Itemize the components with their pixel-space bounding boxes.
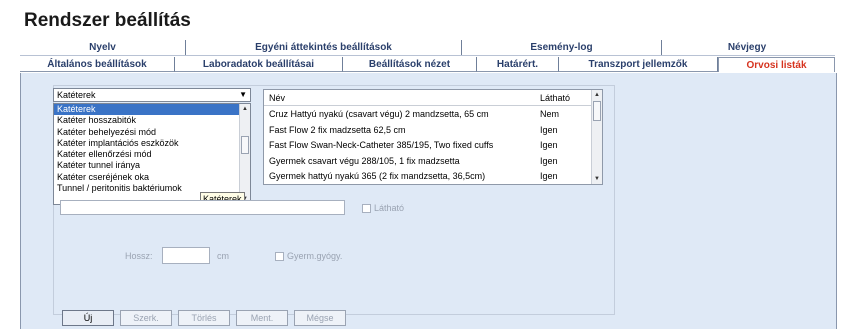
dropdown-option[interactable]: Katéter hosszabitók: [54, 115, 250, 126]
cell-name: Fast Flow 2 fix madzsetta 62,5 cm: [269, 124, 406, 135]
column-header-name[interactable]: Név: [269, 93, 285, 103]
tab-language[interactable]: Nyelv: [20, 40, 186, 55]
dropdown-option[interactable]: Katéter cseréjének oka: [54, 172, 250, 183]
category-select-value: Katéterek: [57, 90, 96, 100]
save-button[interactable]: Ment.: [236, 310, 288, 326]
category-select[interactable]: Katéterek ▼: [53, 88, 251, 102]
cell-visible: Igen: [540, 124, 558, 135]
pediatric-label: Gyerm.gyógy.: [287, 251, 343, 261]
cell-visible: Igen: [540, 171, 558, 181]
table-header: Név Látható: [264, 90, 602, 106]
dropdown-option[interactable]: Katéter ellenőrzési mód: [54, 149, 250, 160]
tab-medical-lists[interactable]: Orvosi listák: [718, 57, 835, 72]
cell-name: Cruz Hattyú nyakú (csavart végu) 2 mandz…: [269, 109, 489, 119]
cell-visible: Igen: [540, 140, 558, 150]
table-scrollbar[interactable]: ▲ ▼: [591, 90, 602, 184]
chevron-down-icon[interactable]: ▼: [239, 89, 247, 101]
length-label: Hossz:: [125, 251, 153, 261]
scroll-up-icon[interactable]: ▲: [240, 104, 250, 114]
tab-event-log[interactable]: Esemény-log: [462, 40, 662, 55]
scroll-up-icon[interactable]: ▲: [592, 90, 602, 100]
delete-button[interactable]: Törlés: [178, 310, 230, 326]
column-header-visible[interactable]: Látható: [540, 93, 570, 103]
visible-label: Látható: [374, 203, 405, 213]
tab-transport-properties[interactable]: Transzport jellemzők: [559, 57, 718, 72]
tab-view-settings[interactable]: Beállítások nézet: [343, 57, 477, 72]
tab-row-bottom: Általános beállítások Laboradatok beállí…: [20, 57, 835, 72]
edit-button[interactable]: Szerk.: [120, 310, 172, 326]
tab-limits[interactable]: Határért.: [477, 57, 559, 72]
length-unit-label: cm: [217, 251, 229, 261]
cell-visible: Igen: [540, 155, 558, 166]
tab-about[interactable]: Névjegy: [662, 40, 832, 55]
new-button[interactable]: Új: [62, 310, 114, 326]
cell-name: Gyermek hattyú nyakú 365 (2 fix mandzset…: [269, 171, 486, 181]
page-title: Rendszer beállítás: [24, 10, 191, 31]
category-dropdown-list[interactable]: Katéterek Katéter hosszabitók Katéter be…: [53, 103, 251, 205]
tab-custom-overview[interactable]: Egyéni áttekintés beállítások: [186, 40, 462, 55]
items-table[interactable]: Név Látható Cruz Hattyú nyakú (csavart v…: [263, 89, 603, 185]
table-row[interactable]: Fast Flow Swan-Neck-Catheter 385/195, Tw…: [264, 137, 602, 153]
table-row[interactable]: Fast Flow 2 fix madzsetta 62,5 cm Igen: [264, 122, 602, 138]
scrollbar-thumb[interactable]: [593, 101, 601, 121]
dropdown-option[interactable]: Katéter tunnel iránya: [54, 160, 250, 171]
cell-name: Gyermek csavart végu 288/105, 1 fix madz…: [269, 155, 460, 166]
table-row[interactable]: Gyermek csavart végu 288/105, 1 fix madz…: [264, 153, 602, 169]
cancel-button[interactable]: Mégse: [294, 310, 346, 326]
cell-name: Fast Flow Swan-Neck-Catheter 385/195, Tw…: [269, 140, 494, 150]
dropdown-scrollbar[interactable]: ▲ ▼: [239, 104, 250, 204]
dropdown-option[interactable]: Katéter implantációs eszközök: [54, 138, 250, 149]
pediatric-checkbox[interactable]: [275, 252, 284, 261]
dropdown-option[interactable]: Katéterek: [54, 104, 250, 116]
scrollbar-thumb[interactable]: [241, 136, 249, 154]
table-row[interactable]: Cruz Hattyú nyakú (csavart végu) 2 mandz…: [264, 106, 602, 122]
name-input[interactable]: [60, 200, 345, 215]
tab-row-top: Nyelv Egyéni áttekintés beállítások Esem…: [20, 40, 833, 55]
length-input[interactable]: [162, 247, 210, 264]
tab-lab-settings[interactable]: Laboradatok beállításai: [175, 57, 343, 72]
scroll-down-icon[interactable]: ▼: [592, 174, 602, 184]
tab-row-divider: [20, 55, 835, 56]
tab-general-settings[interactable]: Általános beállítások: [20, 57, 175, 72]
visible-checkbox[interactable]: [362, 204, 371, 213]
cell-visible: Nem: [540, 109, 560, 119]
table-row[interactable]: Gyermek hattyú nyakú 365 (2 fix mandzset…: [264, 168, 602, 184]
dropdown-option[interactable]: Katéter behelyezési mód: [54, 127, 250, 138]
